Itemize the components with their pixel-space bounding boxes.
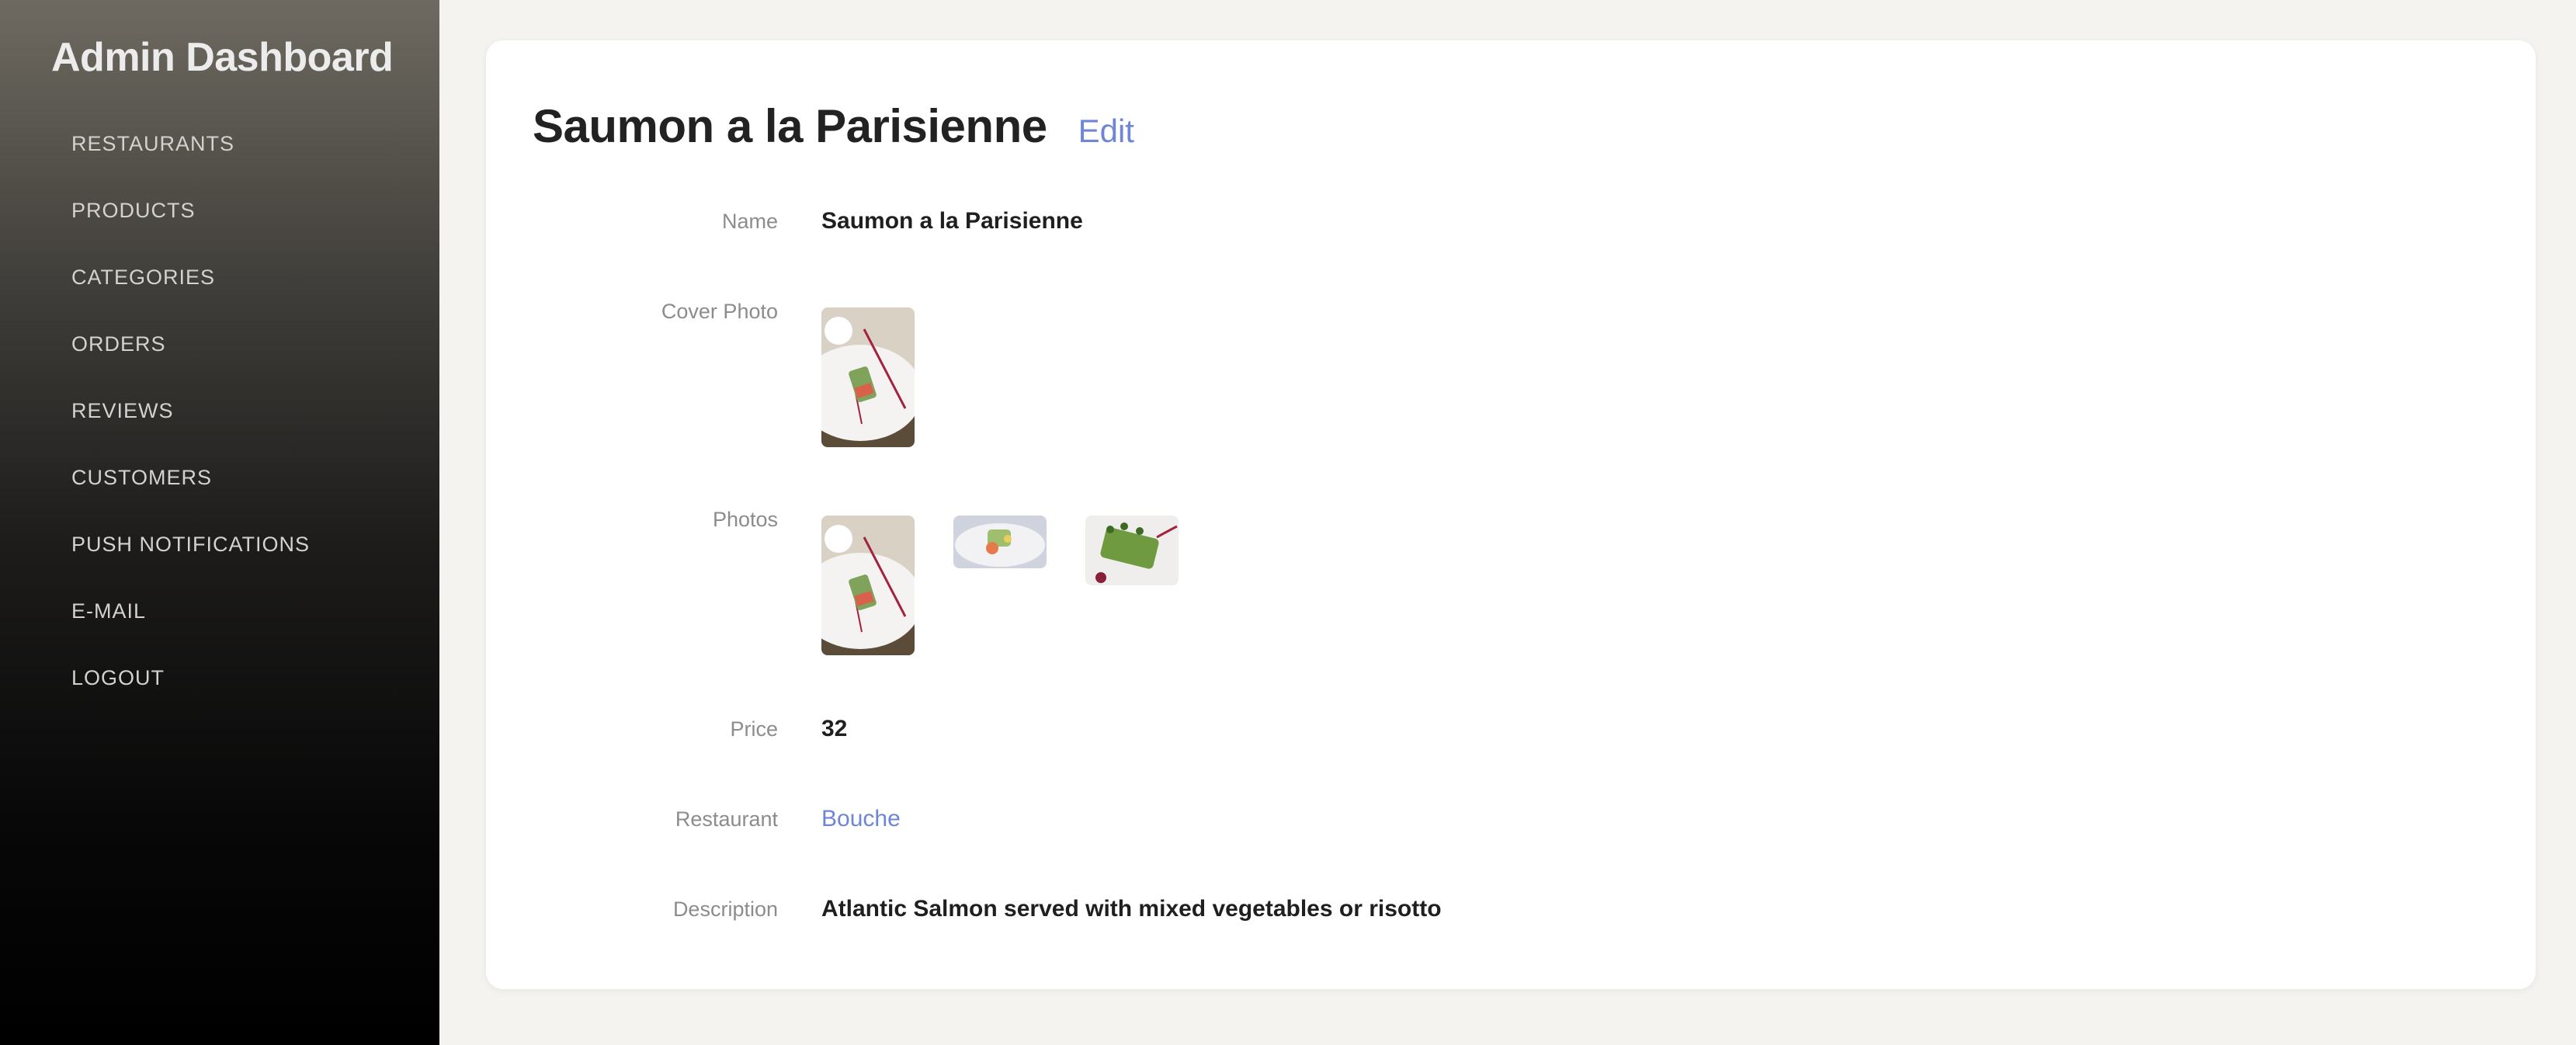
name-value: Saumon a la Parisienne — [821, 208, 1083, 234]
price-value: 32 — [821, 716, 848, 741]
product-detail-card: Saumon a la Parisienne Edit Name Saumon … — [486, 40, 2536, 989]
sidebar-item-push-notifications[interactable]: PUSH NOTIFICATIONS — [71, 529, 310, 596]
page-header: Saumon a la Parisienne Edit — [533, 99, 1134, 153]
photos-label: Photos — [712, 508, 778, 531]
photo-thumbnail-3[interactable] — [1085, 516, 1179, 585]
restaurant-label: Restaurant — [675, 807, 778, 831]
sidebar-item-logout[interactable]: LOGOUT — [71, 663, 310, 730]
sidebar-item-reviews[interactable]: REVIEWS — [71, 396, 310, 463]
sidebar: Admin Dashboard RESTAURANTS PRODUCTS CAT… — [0, 0, 439, 1045]
photo-thumbnail-2[interactable] — [953, 516, 1047, 568]
name-label: Name — [721, 210, 778, 233]
page-title: Saumon a la Parisienne — [533, 100, 1047, 152]
sidebar-item-products[interactable]: PRODUCTS — [71, 196, 310, 262]
description-label: Description — [672, 897, 778, 921]
sidebar-item-orders[interactable]: ORDERS — [71, 329, 310, 396]
sidebar-nav: RESTAURANTS PRODUCTS CATEGORIES ORDERS R… — [71, 129, 310, 730]
description-value: Atlantic Salmon served with mixed vegeta… — [821, 896, 1442, 922]
app-title: Admin Dashboard — [51, 35, 394, 80]
sidebar-item-categories[interactable]: CATEGORIES — [71, 262, 310, 329]
cover-photo-image[interactable] — [821, 307, 915, 447]
cover-photo-label: Cover Photo — [661, 300, 778, 323]
sidebar-item-email[interactable]: E-MAIL — [71, 596, 310, 663]
photo-thumbnail-1[interactable] — [821, 516, 915, 655]
price-label: Price — [730, 717, 778, 741]
sidebar-item-restaurants[interactable]: RESTAURANTS — [71, 129, 310, 196]
sidebar-item-customers[interactable]: CUSTOMERS — [71, 463, 310, 529]
restaurant-link[interactable]: Bouche — [821, 806, 901, 832]
edit-link[interactable]: Edit — [1078, 113, 1134, 150]
